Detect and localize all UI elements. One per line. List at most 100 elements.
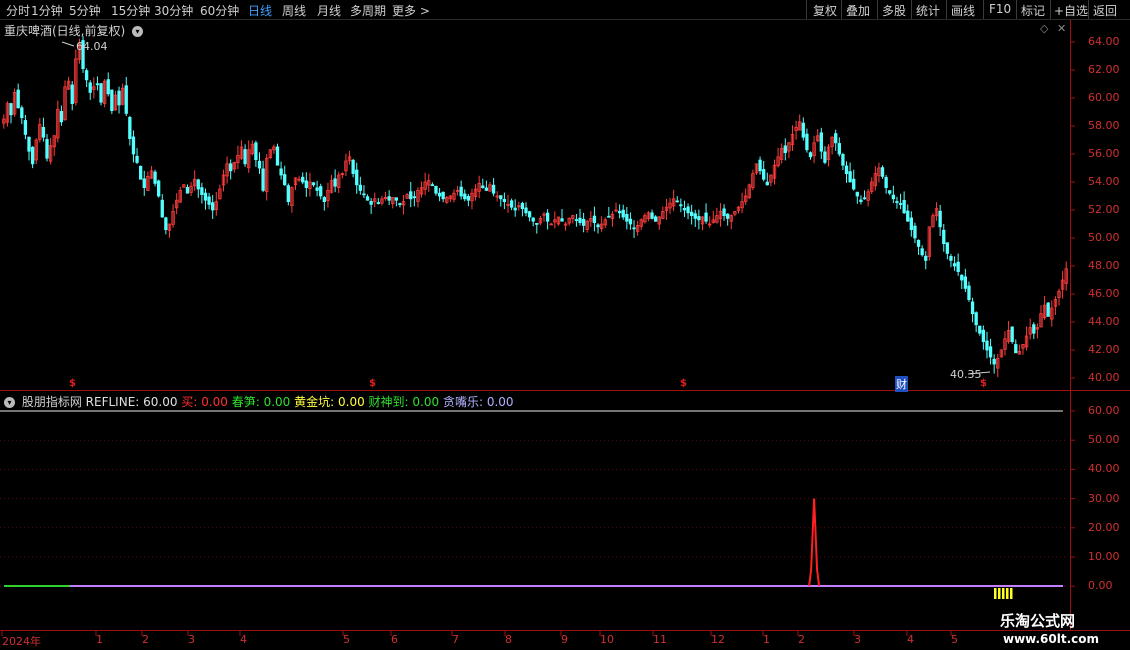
candle-body — [9, 103, 13, 116]
indicator-item-label: 买: — [177, 395, 202, 409]
candle-body — [981, 329, 986, 342]
candle-body — [84, 70, 89, 81]
candle-body — [142, 178, 146, 188]
candle-body — [617, 210, 622, 214]
candle-body — [535, 222, 539, 225]
candle-body — [808, 152, 813, 158]
indicator-tick-label: 0.00 — [1088, 579, 1113, 593]
candle-body — [124, 85, 128, 114]
stock-title: 重庆啤酒(日线,前复权) — [4, 24, 126, 38]
candle-body — [607, 215, 611, 218]
indicator-tick-label: 30.00 — [1088, 491, 1120, 505]
candle-body — [628, 218, 633, 225]
candle-body — [23, 120, 28, 135]
candle-body — [376, 202, 381, 204]
candle-body — [653, 216, 658, 222]
candle-body — [156, 180, 161, 197]
date-label: 10 — [600, 633, 614, 646]
price-tick-label: 46.00 — [1088, 287, 1120, 300]
candle-body — [430, 184, 435, 187]
candle-body — [916, 239, 921, 247]
chevron-down-icon[interactable]: ▾ — [132, 26, 144, 37]
candle-body — [59, 111, 64, 123]
event-marker[interactable]: $ — [980, 378, 987, 389]
indicator-tick-label: 20.00 — [1088, 520, 1120, 534]
candle-body — [801, 122, 805, 138]
date-label: 3 — [854, 633, 861, 646]
candle-body — [841, 154, 845, 166]
candle-body — [891, 194, 895, 200]
indicator-item-label: 财神到: — [364, 395, 413, 409]
close-icon[interactable]: ✕ — [1057, 22, 1066, 35]
main-panel-title: 重庆啤酒(日线,前复权) ▾ — [4, 22, 144, 39]
indicator-item-value: 0.00 — [201, 395, 228, 409]
watermark-url: www.60lt.com — [1003, 632, 1100, 646]
candle-body — [45, 139, 49, 159]
buy-spike — [808, 498, 821, 587]
indicator-item-value: 0.00 — [263, 395, 291, 409]
candle-body — [574, 219, 579, 221]
indicator-item-value: 0.00 — [486, 395, 514, 409]
candle-body — [689, 211, 694, 217]
candle-body — [693, 213, 697, 219]
candle-body — [387, 196, 391, 201]
candle-body — [499, 195, 503, 200]
date-label: 2024年 — [2, 635, 41, 648]
candle-body — [315, 187, 319, 191]
candle-body — [924, 255, 928, 261]
candle-body — [365, 196, 370, 201]
candle-body — [888, 190, 892, 194]
candle-body — [106, 79, 110, 95]
event-marker[interactable]: $ — [69, 378, 76, 389]
event-marker[interactable]: $ — [369, 378, 376, 389]
indicator-tick-label: 50.00 — [1088, 433, 1120, 447]
candle-body — [942, 229, 946, 244]
indicator-name: 股朋指标网 — [21, 395, 82, 409]
candle-body — [697, 216, 701, 221]
golden-pit-bar — [1006, 588, 1009, 599]
candle-body — [185, 187, 190, 194]
candle-body — [963, 276, 968, 289]
candle-body — [805, 133, 809, 151]
candle-body — [726, 213, 730, 219]
candle-body — [491, 184, 496, 194]
candle-body — [95, 83, 100, 86]
date-label: 12 — [711, 633, 725, 646]
golden-pit-bar — [1010, 588, 1013, 599]
candle-body — [398, 203, 402, 205]
candle-body — [978, 325, 982, 334]
candle-body — [27, 136, 31, 152]
golden-pit-bar — [1002, 588, 1005, 599]
candle-body — [880, 167, 885, 177]
price-tick-label: 42.00 — [1088, 343, 1120, 356]
candle-body — [20, 107, 24, 119]
indicator-item-label: 春笋: — [227, 395, 264, 409]
candle-body — [283, 174, 287, 186]
indicator-item-value: 0.00 — [338, 395, 365, 409]
candle-body — [286, 185, 290, 202]
candle-body — [358, 184, 362, 191]
candle-body — [164, 217, 168, 231]
candle-body — [783, 145, 787, 154]
candle-body — [257, 160, 262, 169]
candle-body — [844, 165, 849, 174]
date-label: 2 — [798, 633, 805, 646]
candle-body — [884, 177, 888, 188]
candle-body — [952, 263, 957, 267]
candle-body — [128, 116, 132, 140]
candle-body — [859, 199, 863, 202]
diamond-icon[interactable]: ◇ — [1040, 22, 1048, 35]
kline-chart[interactable] — [0, 0, 1130, 650]
chevron-down-icon[interactable]: ▾ — [4, 397, 15, 408]
candle-body — [679, 204, 683, 207]
golden-pit-bar — [998, 588, 1001, 599]
candle-body — [621, 209, 625, 218]
candle-body — [956, 261, 960, 273]
candle-body — [319, 186, 323, 197]
candle-body — [592, 215, 597, 224]
finance-event-badge[interactable]: 财 — [895, 376, 908, 392]
candle-body — [99, 83, 103, 103]
event-marker[interactable]: $ — [680, 378, 687, 389]
price-tick-label: 40.00 — [1088, 371, 1120, 384]
indicator-tick-label: 40.00 — [1088, 462, 1120, 476]
